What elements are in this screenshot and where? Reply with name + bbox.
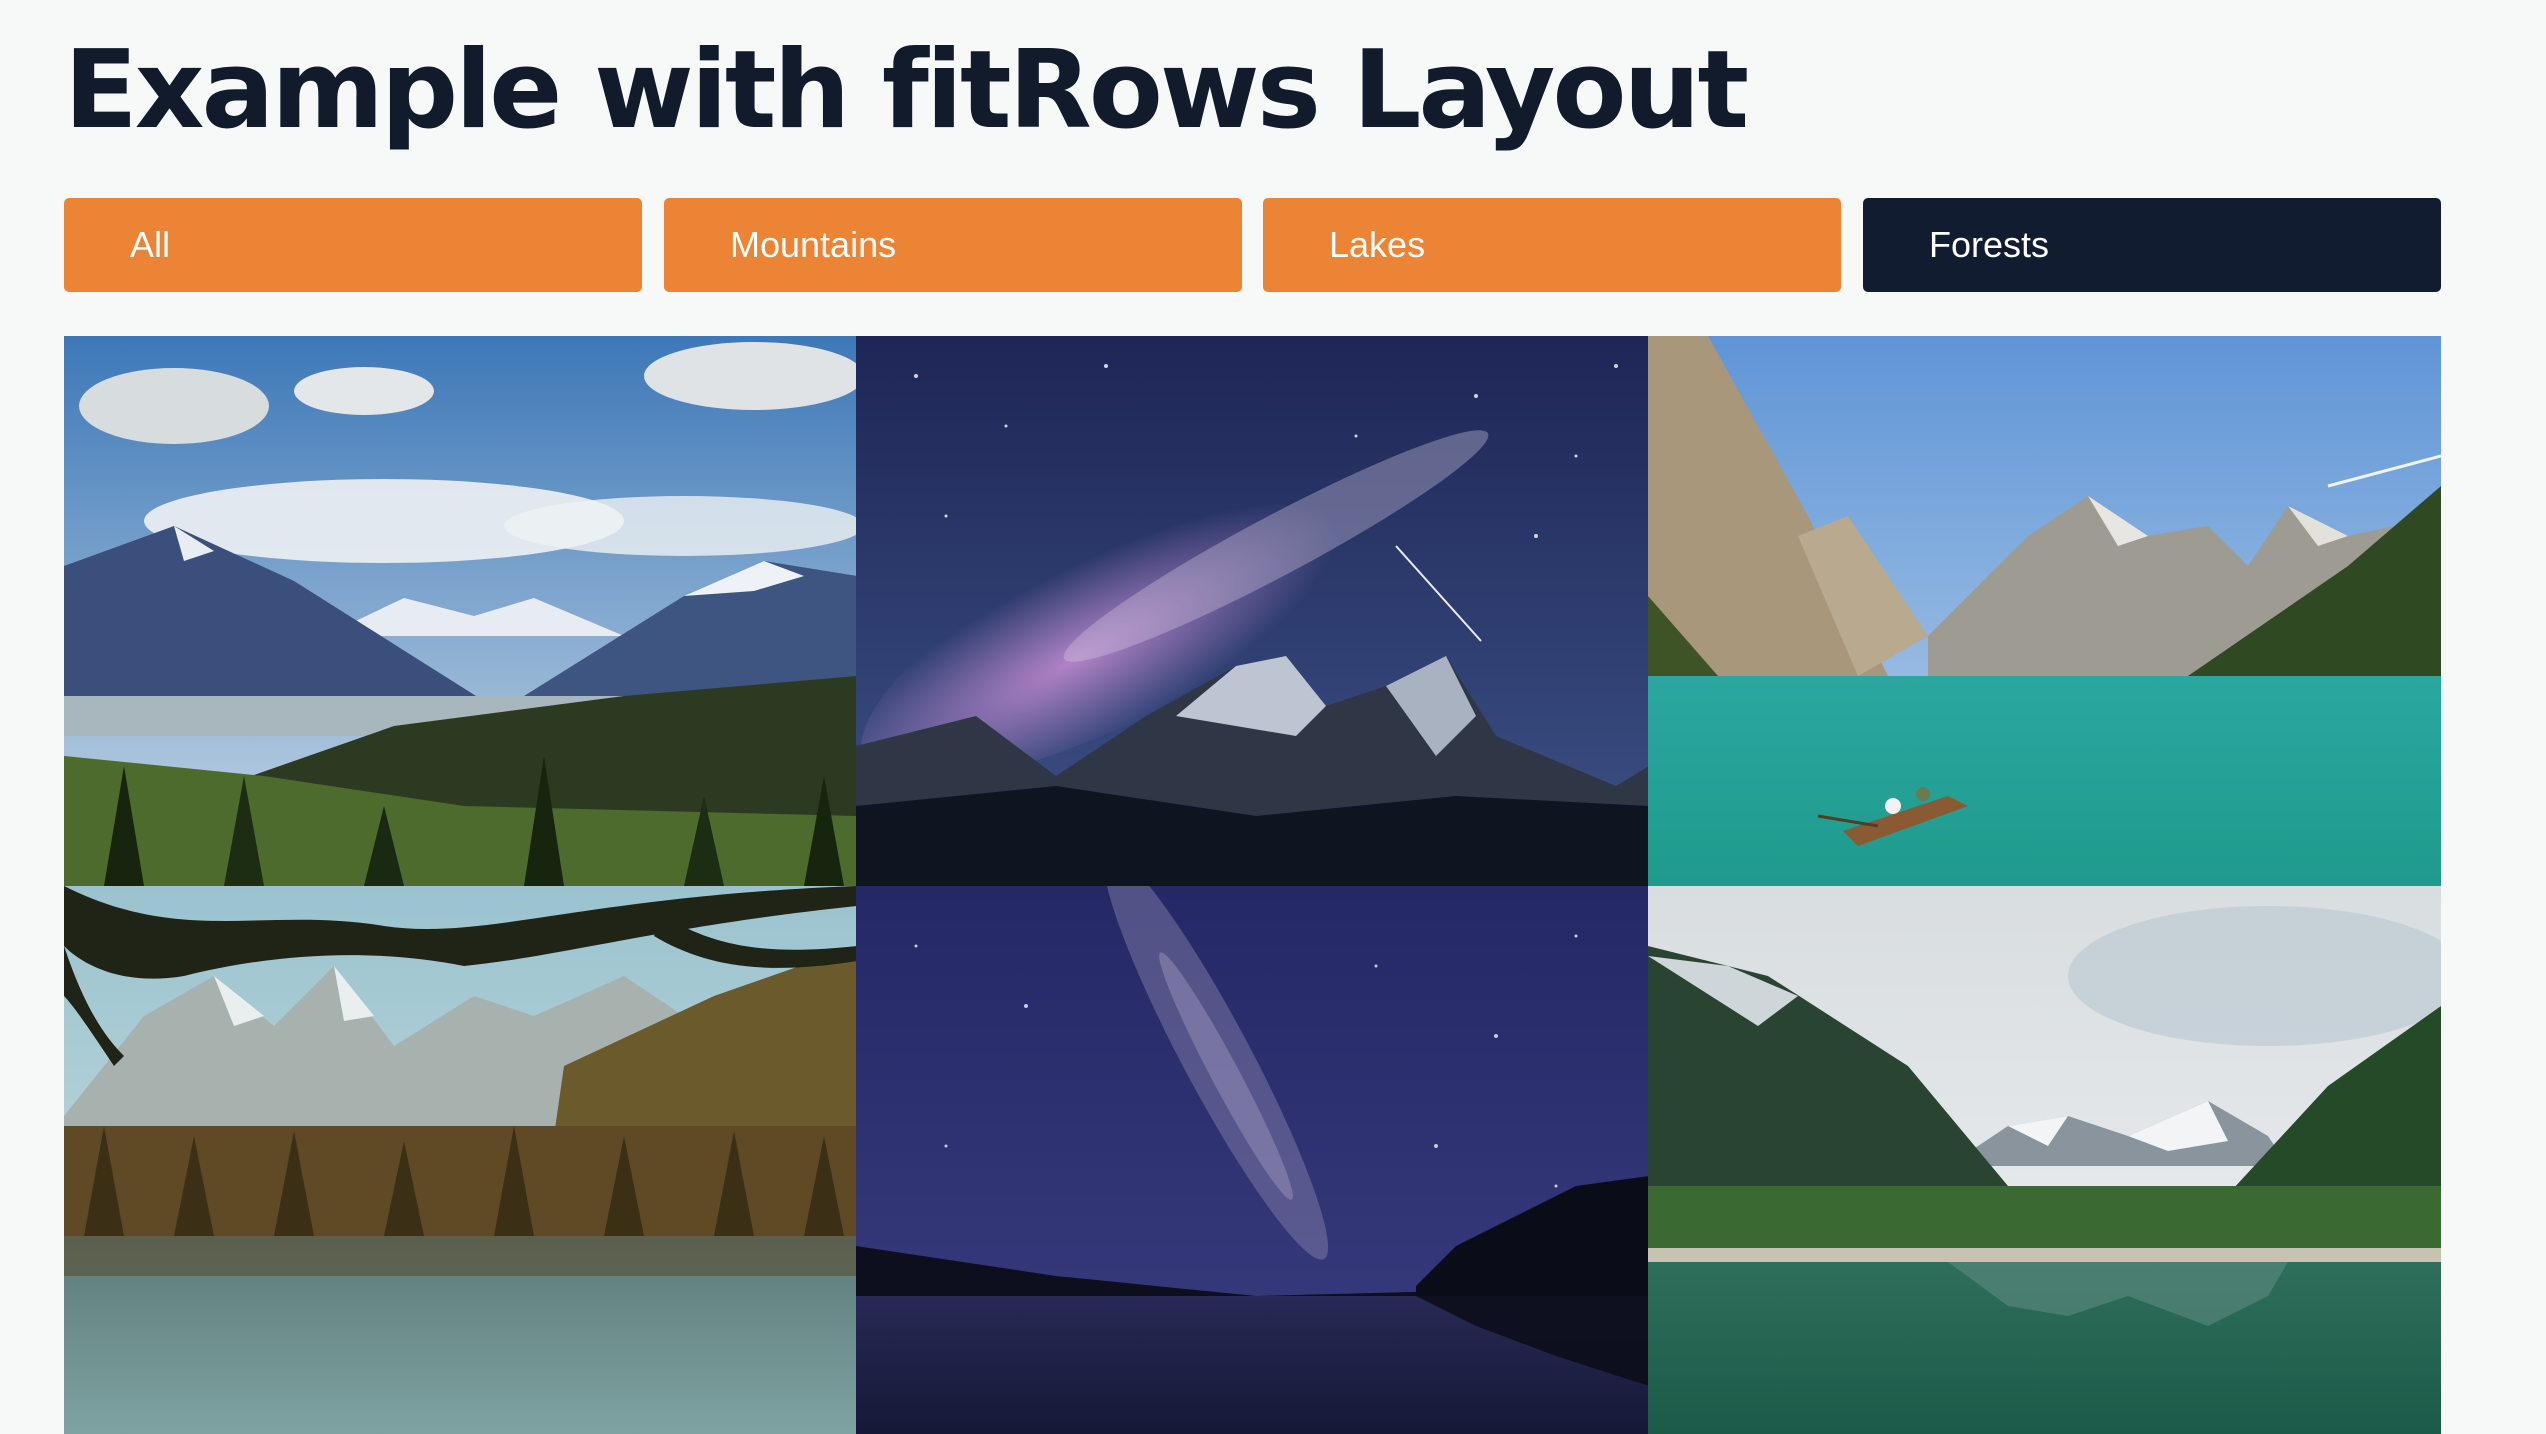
forest-lake-image	[64, 886, 857, 1434]
mountain-valley-image	[64, 336, 857, 886]
gallery-item-forest-lake[interactable]	[64, 886, 857, 1434]
gallery-item-alpine-lake[interactable]	[1648, 886, 2441, 1434]
gallery-item-milky-way-peaks[interactable]	[856, 336, 1649, 886]
gallery-item-mountain-valley[interactable]	[64, 336, 857, 886]
filter-bar: All Mountains Lakes Forests	[64, 198, 2441, 292]
gallery-item-turquoise-lake[interactable]	[1648, 336, 2441, 886]
image-gallery	[64, 336, 2441, 1434]
filter-button-mountains[interactable]: Mountains	[664, 198, 1242, 292]
night-lake-image	[856, 886, 1649, 1434]
turquoise-lake-image	[1648, 336, 2441, 886]
milky-way-peaks-image	[856, 336, 1649, 886]
filter-button-forests[interactable]: Forests	[1863, 198, 2441, 292]
gallery-item-night-lake[interactable]	[856, 886, 1649, 1434]
alpine-lake-image	[1648, 886, 2441, 1434]
page-title: Example with fitRows Layout	[64, 28, 1749, 153]
filter-button-lakes[interactable]: Lakes	[1263, 198, 1841, 292]
filter-button-all[interactable]: All	[64, 198, 642, 292]
